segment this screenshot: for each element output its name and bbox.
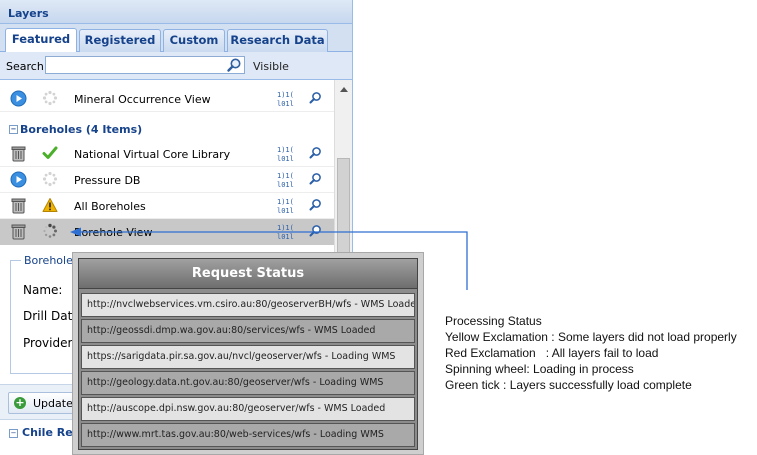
magnifier-icon[interactable] bbox=[309, 224, 322, 238]
magnifier-icon[interactable] bbox=[309, 198, 322, 212]
scrollbar-thumb[interactable] bbox=[337, 158, 350, 266]
group-boreholes[interactable]: − Boreholes (4 Items) bbox=[0, 118, 334, 140]
status-row: http://nvclwebservices.vm.csiro.au:80/ge… bbox=[81, 293, 415, 317]
play-icon[interactable] bbox=[10, 90, 27, 107]
tab-research-data[interactable]: Research Data bbox=[227, 29, 328, 52]
layer-name: Mineral Occurrence View bbox=[74, 93, 211, 106]
group-title: Boreholes (4 Items) bbox=[20, 123, 143, 136]
green-tick-icon bbox=[42, 145, 58, 161]
svg-text:l01l: l01l bbox=[277, 233, 294, 241]
spinner-idle-icon bbox=[42, 90, 58, 106]
legend-item-spinning-wheel: Spinning wheel: Loading in process bbox=[445, 362, 634, 376]
request-status-popup: Request Status http://nvclwebservices.vm… bbox=[72, 252, 424, 455]
svg-text:l01l: l01l bbox=[277, 181, 294, 189]
search-icon[interactable] bbox=[226, 57, 243, 73]
layer-list: Mineral Occurrence View 1)1(l01l − Boreh… bbox=[0, 80, 334, 266]
search-bar: Search: Visible bbox=[0, 52, 352, 80]
request-status-title: Request Status bbox=[79, 259, 417, 289]
tab-custom[interactable]: Custom bbox=[163, 29, 225, 52]
svg-text:l01l: l01l bbox=[277, 155, 294, 163]
collapse-icon[interactable]: − bbox=[9, 125, 18, 134]
layer-row-national-virtual-core-library[interactable]: National Virtual Core Library 1)1(l01l bbox=[0, 141, 334, 167]
spinner-idle-icon bbox=[42, 171, 58, 187]
panel-title: Layers bbox=[0, 0, 352, 24]
binary-data-icon[interactable]: 1)1(l01l bbox=[275, 89, 297, 109]
play-icon[interactable] bbox=[10, 171, 27, 188]
status-row: http://auscope.dpi.nsw.gov.au:80/geoserv… bbox=[81, 397, 415, 421]
binary-data-icon[interactable]: 1)1(l01l bbox=[275, 222, 297, 242]
trash-icon[interactable] bbox=[10, 223, 27, 240]
magnifier-icon[interactable] bbox=[309, 91, 322, 105]
binary-data-icon[interactable]: 1)1(l01l bbox=[275, 170, 297, 190]
legend-item-red-exclamation: Red Exclamation : All layers fail to loa… bbox=[445, 346, 659, 360]
layer-row-mineral-occurrence-view[interactable]: Mineral Occurrence View 1)1(l01l bbox=[0, 86, 334, 112]
request-status-body: Request Status http://nvclwebservices.vm… bbox=[78, 258, 418, 450]
tab-registered[interactable]: Registered bbox=[79, 29, 161, 52]
trash-icon[interactable] bbox=[10, 197, 27, 214]
layer-row-all-boreholes[interactable]: All Boreholes 1)1(l01l bbox=[0, 193, 334, 219]
svg-text:l01l: l01l bbox=[277, 207, 294, 215]
magnifier-icon[interactable] bbox=[309, 146, 322, 160]
add-icon: + bbox=[14, 396, 26, 409]
legend-item-yellow-exclamation: Yellow Exclamation : Some layers did not… bbox=[445, 330, 737, 344]
scroll-up-icon[interactable] bbox=[336, 84, 352, 96]
spinning-wheel-icon bbox=[42, 223, 58, 239]
layer-row-borehole-view[interactable]: Borehole View 1)1(l01l bbox=[0, 219, 334, 245]
layer-name: Borehole View bbox=[74, 226, 153, 239]
search-label: Search: bbox=[6, 60, 48, 73]
svg-text:1)1(: 1)1( bbox=[277, 224, 294, 232]
svg-text:l01l: l01l bbox=[277, 100, 294, 108]
status-row: http://geossdi.dmp.wa.gov.au:80/services… bbox=[81, 319, 415, 343]
svg-text:1)1(: 1)1( bbox=[277, 172, 294, 180]
layer-name: All Boreholes bbox=[74, 200, 146, 213]
svg-text:1)1(: 1)1( bbox=[277, 146, 294, 154]
status-row: http://www.mrt.tas.gov.au:80/web-service… bbox=[81, 423, 415, 447]
trash-icon[interactable] bbox=[10, 145, 27, 162]
svg-text:1)1(: 1)1( bbox=[277, 91, 294, 99]
layer-name: National Virtual Core Library bbox=[74, 148, 231, 161]
layer-list-scrollbar[interactable] bbox=[334, 80, 352, 266]
field-label-name: Name: bbox=[23, 283, 63, 297]
tab-strip: Featured Registered Custom Research Data bbox=[0, 24, 352, 53]
visible-column-label: Visible bbox=[253, 60, 289, 73]
status-row: http://geology.data.nt.gov.au:80/geoserv… bbox=[81, 371, 415, 395]
collapse-icon[interactable]: − bbox=[9, 429, 18, 438]
search-input[interactable] bbox=[45, 56, 245, 74]
legend-item-green-tick: Green tick : Layers successfully load co… bbox=[445, 378, 692, 392]
layer-name: Pressure DB bbox=[74, 174, 141, 187]
yellow-exclamation-icon bbox=[42, 197, 58, 213]
binary-data-icon[interactable]: 1)1(l01l bbox=[275, 144, 297, 164]
legend-title: Processing Status bbox=[445, 314, 542, 328]
layer-row-pressure-db[interactable]: Pressure DB 1)1(l01l bbox=[0, 167, 334, 193]
status-row: https://sarigdata.pir.sa.gov.au/nvcl/geo… bbox=[81, 345, 415, 369]
magnifier-icon[interactable] bbox=[309, 172, 322, 186]
svg-text:1)1(: 1)1( bbox=[277, 198, 294, 206]
update-button-label: Update bbox=[33, 397, 73, 410]
field-label-provider: Provider: bbox=[23, 336, 77, 350]
tab-featured[interactable]: Featured bbox=[5, 28, 77, 53]
status-legend: Processing Status Yellow Exclamation : S… bbox=[445, 313, 737, 393]
binary-data-icon[interactable]: 1)1(l01l bbox=[275, 196, 297, 216]
